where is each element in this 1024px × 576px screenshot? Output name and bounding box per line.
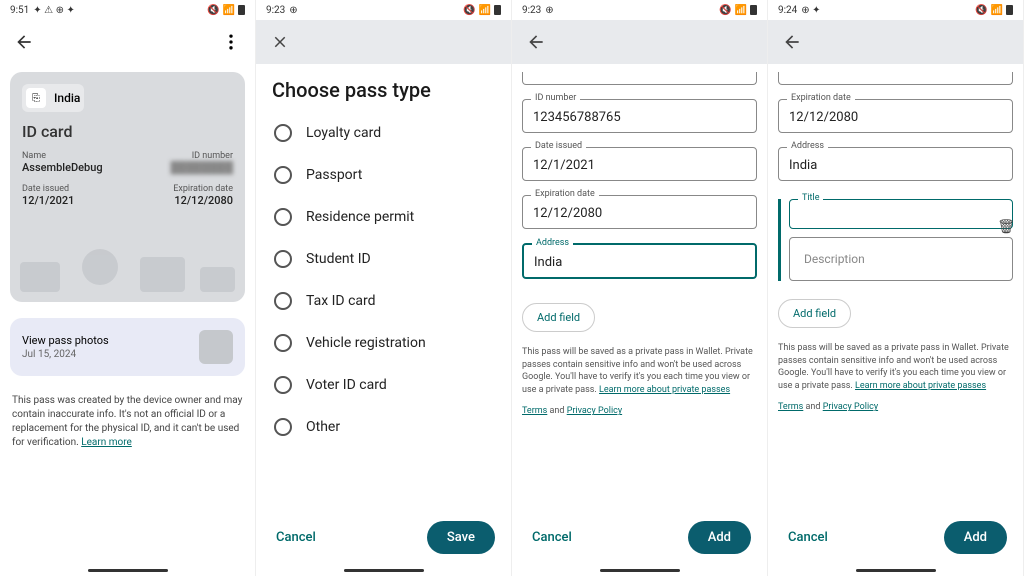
status-bar: 9:24 ⊕ ✦ 🔇📶 [768, 0, 1023, 20]
nav-bar [256, 564, 511, 576]
radio-voter[interactable]: Voter ID card [256, 364, 511, 406]
exp-value: 12/12/2080 [173, 194, 233, 207]
idnum-label: ID number [171, 151, 233, 161]
clock: 9:24 [778, 5, 797, 16]
app-bar [0, 20, 255, 64]
custom-desc-field[interactable]: Description [789, 237, 1013, 281]
bottom-bar: Cancel Add [512, 511, 767, 564]
terms-link[interactable]: Terms [778, 402, 803, 412]
date-issued-value: 12/1/2021 [533, 158, 746, 174]
learn-more-link[interactable]: Learn more [81, 437, 132, 448]
back-icon[interactable] [780, 30, 804, 54]
more-icon[interactable] [219, 30, 243, 54]
custom-title-field[interactable]: Title [789, 199, 1013, 229]
address-field[interactable]: Address India [522, 243, 757, 279]
screen-form-b: 9:24 ⊕ ✦ 🔇📶 Expiration date 12/12/2080 A… [768, 0, 1024, 576]
terms-line: Terms and Privacy Policy [522, 406, 757, 416]
nav-bar [768, 564, 1023, 576]
form-area: ID number 123456788765 Date issued 12/1/… [512, 64, 767, 511]
add-button[interactable]: Add [688, 521, 751, 554]
screen-pass-detail: 9:51 ✦ ⚠ ⊕ ✦ 🔇📶 ⎘ India ID card Name Ass… [0, 0, 256, 576]
cancel-button[interactable]: Cancel [272, 522, 320, 553]
clock: 9:23 [522, 5, 541, 16]
prev-field-cutoff[interactable] [522, 72, 757, 85]
photo-thumbnail [199, 330, 233, 364]
exp-date-value: 12/12/2080 [789, 110, 1002, 126]
disclaimer-text: This pass was created by the device owne… [12, 394, 243, 450]
bottom-bar: Cancel Save [256, 511, 511, 564]
name-value: AssembleDebug [22, 161, 103, 174]
app-bar [512, 20, 767, 64]
app-bar [768, 20, 1023, 64]
radio-vehicle[interactable]: Vehicle registration [256, 322, 511, 364]
country-icon: ⎘ [26, 88, 46, 108]
add-field-button[interactable]: Add field [778, 299, 851, 328]
view-photos-date: Jul 15, 2024 [22, 349, 109, 360]
app-bar [256, 20, 511, 64]
issued-label: Date issued [22, 184, 74, 194]
add-button[interactable]: Add [944, 521, 1007, 554]
custom-field-block: Title Description 🗑 [778, 199, 1013, 281]
nav-bar [512, 564, 767, 576]
clock: 9:51 [10, 5, 29, 16]
nav-bar [0, 564, 255, 576]
clock: 9:23 [266, 5, 285, 16]
id-card-preview[interactable]: ⎘ India ID card Name AssembleDebug ID nu… [10, 72, 245, 302]
view-photos-title: View pass photos [22, 334, 109, 347]
close-icon[interactable] [268, 30, 292, 54]
form-area: Expiration date 12/12/2080 Address India… [768, 64, 1023, 511]
idnum-value: ████████ [171, 161, 233, 174]
issued-value: 12/1/2021 [22, 194, 74, 207]
private-pass-info: This pass will be saved as a private pas… [778, 342, 1013, 392]
id-number-value: 123456788765 [533, 110, 746, 126]
address-field[interactable]: Address India [778, 147, 1013, 181]
screen-choose-type: 9:23 ⊕ 🔇📶 Choose pass type Loyalty card … [256, 0, 512, 576]
learn-more-private-link[interactable]: Learn more about private passes [855, 381, 986, 391]
learn-more-private-link[interactable]: Learn more about private passes [599, 385, 730, 395]
exp-date-field[interactable]: Expiration date 12/12/2080 [522, 195, 757, 229]
exp-date-value: 12/12/2080 [533, 206, 746, 222]
address-value: India [534, 255, 745, 271]
delete-icon[interactable]: 🗑 [997, 219, 1015, 235]
bottom-bar: Cancel Add [768, 511, 1023, 564]
prev-field-cutoff[interactable] [778, 72, 1013, 85]
privacy-link[interactable]: Privacy Policy [823, 402, 878, 412]
name-label: Name [22, 151, 103, 161]
view-photos-card[interactable]: View pass photos Jul 15, 2024 [10, 318, 245, 376]
country-label: India [54, 91, 80, 105]
radio-residence[interactable]: Residence permit [256, 196, 511, 238]
terms-link[interactable]: Terms [522, 406, 547, 416]
radio-passport[interactable]: Passport [256, 154, 511, 196]
privacy-link[interactable]: Privacy Policy [567, 406, 622, 416]
radio-other[interactable]: Other [256, 406, 511, 448]
exp-date-field[interactable]: Expiration date 12/12/2080 [778, 99, 1013, 133]
pass-type-list: Loyalty card Passport Residence permit S… [256, 108, 511, 452]
exp-label: Expiration date [173, 184, 233, 194]
page-heading: Choose pass type [256, 64, 511, 108]
back-icon[interactable] [12, 30, 36, 54]
back-icon[interactable] [524, 30, 548, 54]
status-bar: 9:23 ⊕ 🔇📶 [256, 0, 511, 20]
radio-taxid[interactable]: Tax ID card [256, 280, 511, 322]
status-bar: 9:51 ✦ ⚠ ⊕ ✦ 🔇📶 [0, 0, 255, 20]
add-field-button[interactable]: Add field [522, 303, 595, 332]
card-title: ID card [22, 122, 233, 141]
private-pass-info: This pass will be saved as a private pas… [522, 346, 757, 396]
cancel-button[interactable]: Cancel [784, 522, 832, 553]
date-issued-field[interactable]: Date issued 12/1/2021 [522, 147, 757, 181]
status-bar: 9:23 ⊕ 🔇📶 [512, 0, 767, 20]
radio-loyalty[interactable]: Loyalty card [256, 112, 511, 154]
radio-student[interactable]: Student ID [256, 238, 511, 280]
save-button[interactable]: Save [427, 521, 495, 554]
address-value: India [789, 158, 1002, 174]
screen-form-a: 9:23 ⊕ 🔇📶 ID number 123456788765 Date is… [512, 0, 768, 576]
id-number-field[interactable]: ID number 123456788765 [522, 99, 757, 133]
cancel-button[interactable]: Cancel [528, 522, 576, 553]
card-decoration [10, 232, 245, 302]
terms-line: Terms and Privacy Policy [778, 402, 1013, 412]
